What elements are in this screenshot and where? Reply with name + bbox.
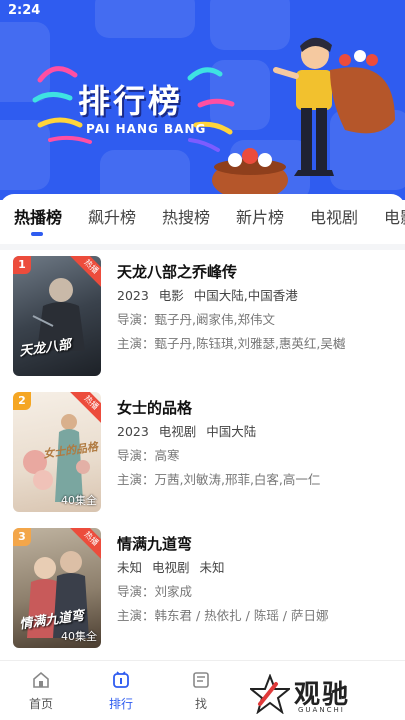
item-year: 2023 [117,288,149,303]
banner-logo: 排行榜 PAI HANG BANG [30,62,240,152]
tab-divider [0,244,405,250]
item-info: 女士的品格 2023 电视剧 中国大陆 导演：高寒 主演：万茜,刘敏涛,邢菲,白… [117,392,397,490]
item-director: 导演：刘家成 [117,584,193,599]
list-item[interactable]: 天龙八部 1 热播 天龙八部之乔峰传 2023 电影 中国大陆,中国香港 导演：… [0,256,405,381]
tab-rising[interactable]: 飙升榜 [88,204,136,228]
nav-ranking[interactable]: 排行 [96,671,146,712]
poster-image[interactable]: 情满九道弯 3 热播 40集全 [13,528,101,648]
item-region: 中国大陆,中国香港 [193,288,298,303]
item-title[interactable]: 天龙八部之乔峰传 [117,260,397,284]
ranking-icon [113,671,129,688]
tab-new-release[interactable]: 新片榜 [236,204,284,228]
list-item[interactable]: 情满九道弯 3 热播 40集全 情满九道弯 未知 电视剧 未知 导演：刘家成 主… [0,528,405,653]
item-info: 情满九道弯 未知 电视剧 未知 导演：刘家成 主演：韩东君 / 热依扎 / 陈瑶… [117,528,397,626]
status-bar-time: 2:24 [8,3,41,18]
item-info: 天龙八部之乔峰传 2023 电影 中国大陆,中国香港 导演：甄子丹,阚家伟,郑伟… [117,256,397,354]
item-title[interactable]: 女士的品格 [117,396,397,420]
star-logo-icon [250,674,290,714]
list-item[interactable]: 女士的品格 2 热播 40集全 女士的品格 2023 电视剧 中国大陆 导演：高… [0,392,405,517]
item-type: 电影 [158,288,184,303]
episode-count: 40集全 [61,630,97,643]
item-director: 导演：甄子丹,阚家伟,郑伟文 [117,312,275,327]
banner-title: 排行榜 [78,82,184,120]
rank-badge: 2 [13,392,31,410]
nav-ranking-label: 排行 [108,697,133,711]
tab-hot-play[interactable]: 热播榜 [14,204,62,228]
poster-image[interactable]: 女士的品格 2 热播 40集全 [13,392,101,512]
item-cast: 主演：万茜,刘敏涛,邢菲,白客,高一仁 [117,472,321,487]
nav-find-label: 找 [194,697,207,711]
item-type: 电视剧 [152,560,190,575]
active-tab-indicator [31,232,43,236]
tab-tv-series[interactable]: 电视剧 [310,204,358,228]
item-director: 导演：高寒 [117,448,180,463]
nav-home[interactable]: 首页 [16,671,66,712]
item-cast: 主演：甄子丹,陈钰琪,刘雅瑟,惠英红,吴樾 [117,336,346,351]
watermark-subtext: GUANCHI [298,706,345,714]
banner-subtitle: PAI HANG BANG [86,122,207,136]
rank-badge: 1 [13,256,31,274]
item-title[interactable]: 情满九道弯 [117,532,397,556]
ranking-banner: 2:24 排行榜 PAI HANG BANG [0,0,405,200]
item-region: 未知 [199,560,225,575]
tab-hot-search[interactable]: 热搜榜 [162,204,210,228]
item-cast: 主演：韩东君 / 热依扎 / 陈瑶 / 萨日娜 [117,608,329,623]
ranking-tabs: 热播榜 飙升榜 热搜榜 新片榜 电视剧 电影 [0,194,405,234]
nav-home-label: 首页 [28,697,53,711]
item-year: 2023 [117,424,149,439]
item-meta: 未知 电视剧 未知 [117,558,397,578]
item-year: 未知 [117,560,143,575]
home-icon [33,671,49,688]
nav-find[interactable]: 找 [176,671,226,712]
tab-movie[interactable]: 电影 [384,204,405,228]
episode-count: 40集全 [61,494,97,507]
item-region: 中国大陆 [206,424,257,439]
item-meta: 2023 电视剧 中国大陆 [117,422,397,442]
item-type: 电视剧 [158,424,197,439]
item-meta: 2023 电影 中国大陆,中国香港 [117,286,397,306]
guanchi-watermark: 观驰 GUANCHI [250,672,400,716]
poster-image[interactable]: 天龙八部 1 热播 [13,256,101,376]
find-icon [193,672,209,688]
rank-badge: 3 [13,528,31,546]
